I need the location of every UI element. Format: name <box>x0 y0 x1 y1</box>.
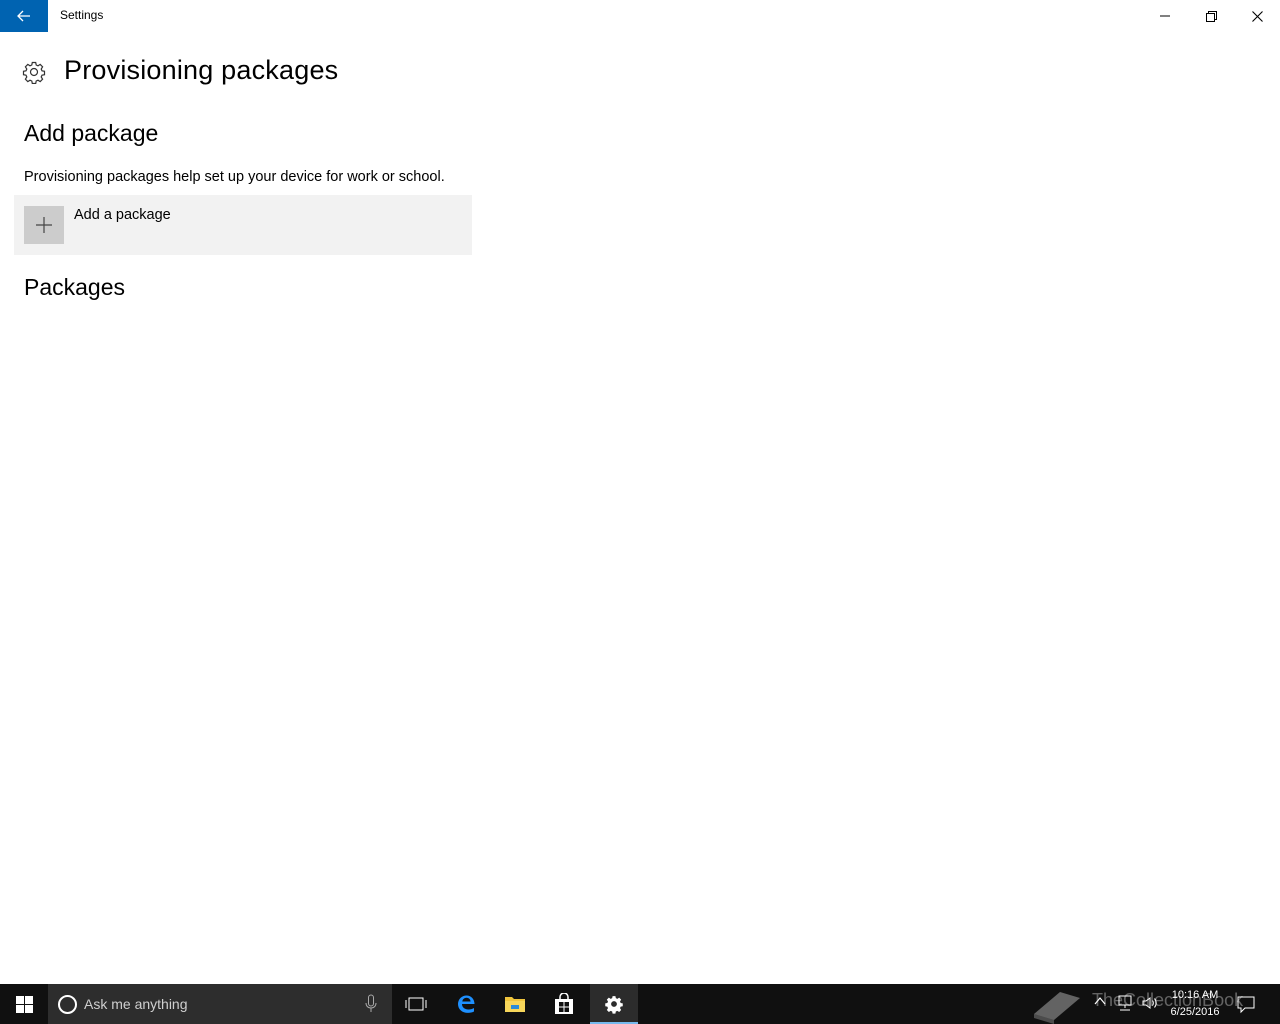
search-placeholder: Ask me anything <box>84 996 188 1012</box>
file-explorer-icon <box>505 997 525 1012</box>
store-icon <box>555 993 573 1014</box>
add-package-description: Provisioning packages help set up your d… <box>24 169 445 185</box>
taskbar: Ask me anything TheCollectionBook 10:16 … <box>0 984 1280 1024</box>
store-taskbar-button[interactable] <box>540 984 588 1024</box>
minimize-icon <box>1160 15 1170 17</box>
page-title: Provisioning packages <box>64 55 339 85</box>
clock[interactable]: 10:16 AM 6/25/2016 <box>1160 987 1230 1021</box>
book-icon <box>1034 992 1080 1024</box>
volume-icon[interactable] <box>1141 994 1159 1012</box>
back-arrow-icon <box>17 10 30 22</box>
network-icon[interactable] <box>1116 994 1134 1012</box>
start-button[interactable] <box>0 984 48 1024</box>
clock-time: 10:16 AM <box>1171 989 1219 1001</box>
edge-icon <box>458 995 475 1013</box>
windows-logo-icon <box>15 995 33 1013</box>
title-bar: Settings <box>0 0 1280 32</box>
packages-heading: Packages <box>24 274 126 300</box>
restore-button[interactable] <box>1188 0 1234 32</box>
close-button[interactable] <box>1234 0 1280 32</box>
add-package-heading: Add package <box>24 120 159 146</box>
plus-icon <box>36 217 52 233</box>
back-button[interactable] <box>0 0 48 32</box>
minimize-button[interactable] <box>1142 0 1188 32</box>
close-icon <box>1251 10 1263 22</box>
add-package-label: Add a package <box>74 207 171 223</box>
cortana-icon <box>58 995 77 1014</box>
edge-taskbar-button[interactable] <box>442 984 490 1024</box>
settings-gear-icon <box>605 996 623 1014</box>
window-title: Settings <box>60 8 104 22</box>
clock-date: 6/25/2016 <box>1170 1006 1220 1018</box>
add-package-icon-box <box>24 206 64 244</box>
task-view-icon <box>405 997 427 1011</box>
settings-taskbar-button[interactable] <box>590 984 638 1024</box>
restore-icon <box>1205 10 1217 22</box>
action-center-icon[interactable] <box>1236 994 1256 1014</box>
task-view-button[interactable] <box>392 984 440 1024</box>
gear-icon <box>22 61 46 84</box>
add-package-button[interactable]: Add a package <box>14 195 472 255</box>
chevron-up-icon[interactable] <box>1094 996 1106 1006</box>
microphone-icon[interactable] <box>364 994 378 1014</box>
cortana-search-box[interactable]: Ask me anything <box>48 984 392 1024</box>
file-explorer-taskbar-button[interactable] <box>491 984 539 1024</box>
